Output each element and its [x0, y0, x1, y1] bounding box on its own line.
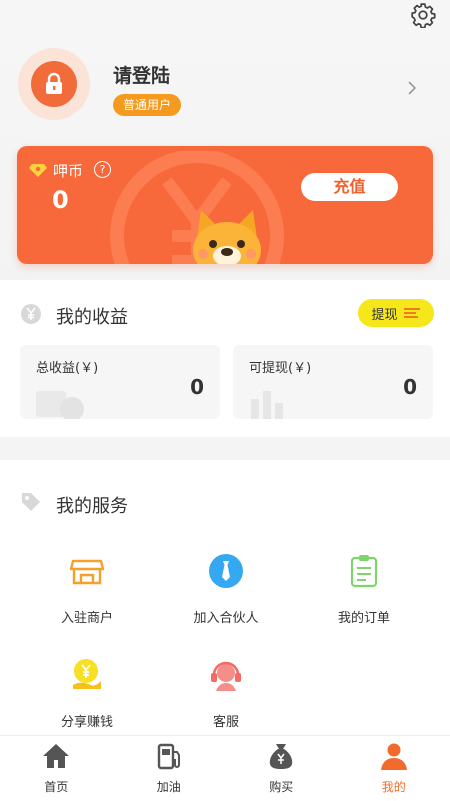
tag-icon [20, 491, 42, 513]
chart-watermark-icon [247, 383, 297, 419]
help-icon[interactable]: ? [94, 161, 111, 178]
coin-label: 呷币 [53, 160, 83, 181]
tab-mine[interactable]: 我的 [338, 736, 450, 801]
service-support[interactable]: 客服 [166, 657, 286, 730]
tab-label: 购买 [225, 778, 338, 795]
service-label: 分享赚钱 [27, 711, 147, 730]
headset-icon [208, 657, 244, 693]
yen-coin-icon [20, 303, 42, 325]
total-earnings-card: 总收益(￥) 0 [20, 345, 220, 419]
user-level-badge: 普通用户 [113, 94, 181, 116]
services-title: 我的服务 [56, 492, 128, 518]
coin-card: 呷币 ? 0 充值 [17, 146, 433, 264]
withdrawable-card: 可提现(￥) 0 [233, 345, 433, 419]
withdraw-button[interactable]: 提现 [358, 299, 434, 327]
coin-hand-icon [69, 657, 105, 693]
person-icon [379, 742, 409, 770]
tie-icon [208, 553, 244, 589]
service-share[interactable]: 分享赚钱 [27, 657, 147, 730]
service-label: 加入合伙人 [166, 607, 286, 626]
coin-icon [29, 163, 47, 177]
service-partner[interactable]: 加入合伙人 [166, 553, 286, 626]
tab-label: 首页 [0, 778, 113, 795]
avatar[interactable] [18, 48, 90, 120]
clipboard-icon [346, 553, 382, 589]
service-label: 客服 [166, 711, 286, 730]
tab-buy[interactable]: 购买 [225, 736, 338, 801]
fuel-icon [154, 742, 184, 770]
withdraw-label: 提现 [371, 304, 397, 323]
login-prompt[interactable]: 请登陆 [113, 61, 170, 88]
withdrawable-value: 0 [403, 375, 417, 399]
withdrawable-label: 可提现(￥) [249, 357, 311, 376]
recharge-button[interactable]: 充值 [301, 173, 398, 201]
wallet-watermark-icon [34, 383, 84, 419]
cat-mascot-icon [189, 208, 265, 264]
service-label: 入驻商户 [27, 607, 147, 626]
home-icon [41, 742, 71, 770]
total-earnings-label: 总收益(￥) [36, 357, 98, 376]
tab-label: 加油 [113, 778, 226, 795]
service-orders[interactable]: 我的订单 [304, 553, 424, 626]
service-label: 我的订单 [304, 607, 424, 626]
tab-fuel[interactable]: 加油 [113, 736, 226, 801]
tab-home[interactable]: 首页 [0, 736, 113, 801]
list-lines-icon [403, 307, 421, 319]
service-merchant[interactable]: 入驻商户 [27, 553, 147, 626]
tab-label: 我的 [338, 778, 450, 795]
money-bag-icon [266, 742, 296, 770]
gear-icon[interactable] [410, 2, 436, 28]
total-earnings-value: 0 [190, 375, 204, 399]
chevron-right-icon[interactable] [406, 80, 418, 96]
earnings-title: 我的收益 [56, 303, 128, 329]
coin-balance: 0 [52, 186, 69, 214]
bottom-tab-bar: 首页 加油 购买 我的 [0, 735, 450, 801]
store-icon [69, 553, 105, 589]
lock-icon [31, 61, 77, 107]
